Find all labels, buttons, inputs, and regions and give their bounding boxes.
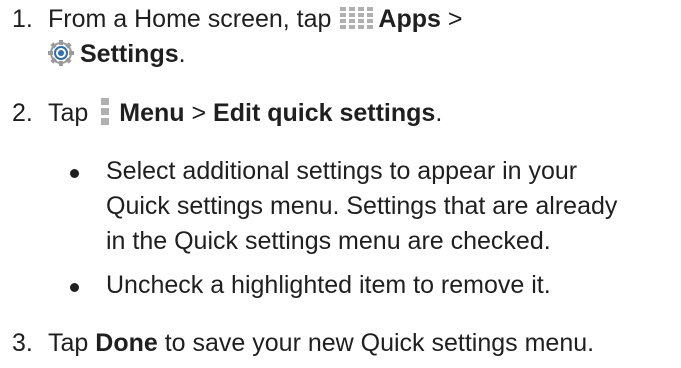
step-3: 3. Tap Done to save your new Quick settin… — [12, 326, 594, 361]
menu-label: Menu — [119, 99, 185, 127]
apps-grid-icon — [340, 7, 374, 30]
edit-quick-settings-label: Edit quick settings — [213, 99, 436, 127]
separator: > — [184, 99, 214, 127]
step-2: 2. Tap Menu > Edit quick settings. — [12, 96, 442, 131]
separator: > — [440, 5, 463, 33]
step-text: From a Home screen, tap — [48, 5, 332, 33]
step-text: Tap — [48, 99, 89, 127]
done-label: Done — [95, 329, 158, 357]
step-number: 3. — [12, 329, 33, 357]
bullet-line: Select additional settings to appear in … — [106, 157, 578, 185]
settings-label: Settings — [80, 40, 179, 68]
step-number: 1. — [12, 5, 33, 33]
step-text: Tap — [48, 329, 96, 357]
period: . — [435, 99, 443, 127]
bullet-line: Uncheck a highlighted item to remove it. — [106, 271, 551, 299]
apps-label: Apps — [378, 5, 441, 33]
bullet-line: Quick settings menu. Settings that are a… — [106, 192, 618, 220]
bullet-item: Select additional settings to appear in … — [70, 154, 617, 259]
step-1-line-2: Settings. — [12, 37, 462, 72]
instruction-page: 1. From a Home screen, tap Apps > Settin… — [0, 0, 681, 368]
gear-icon — [48, 40, 74, 67]
bullet-item: Uncheck a highlighted item to remove it. — [70, 268, 551, 303]
step-number: 2. — [12, 99, 33, 127]
bullet-dot — [70, 169, 79, 178]
step-text: to save your new Quick settings menu. — [157, 329, 595, 357]
bullet-dot — [70, 283, 79, 292]
period: . — [178, 40, 186, 68]
step-1: 1. From a Home screen, tap Apps > Settin… — [12, 2, 462, 72]
bullet-line: in the Quick settings menu are checked. — [106, 227, 551, 255]
vertical-dots-menu-icon — [101, 98, 110, 126]
